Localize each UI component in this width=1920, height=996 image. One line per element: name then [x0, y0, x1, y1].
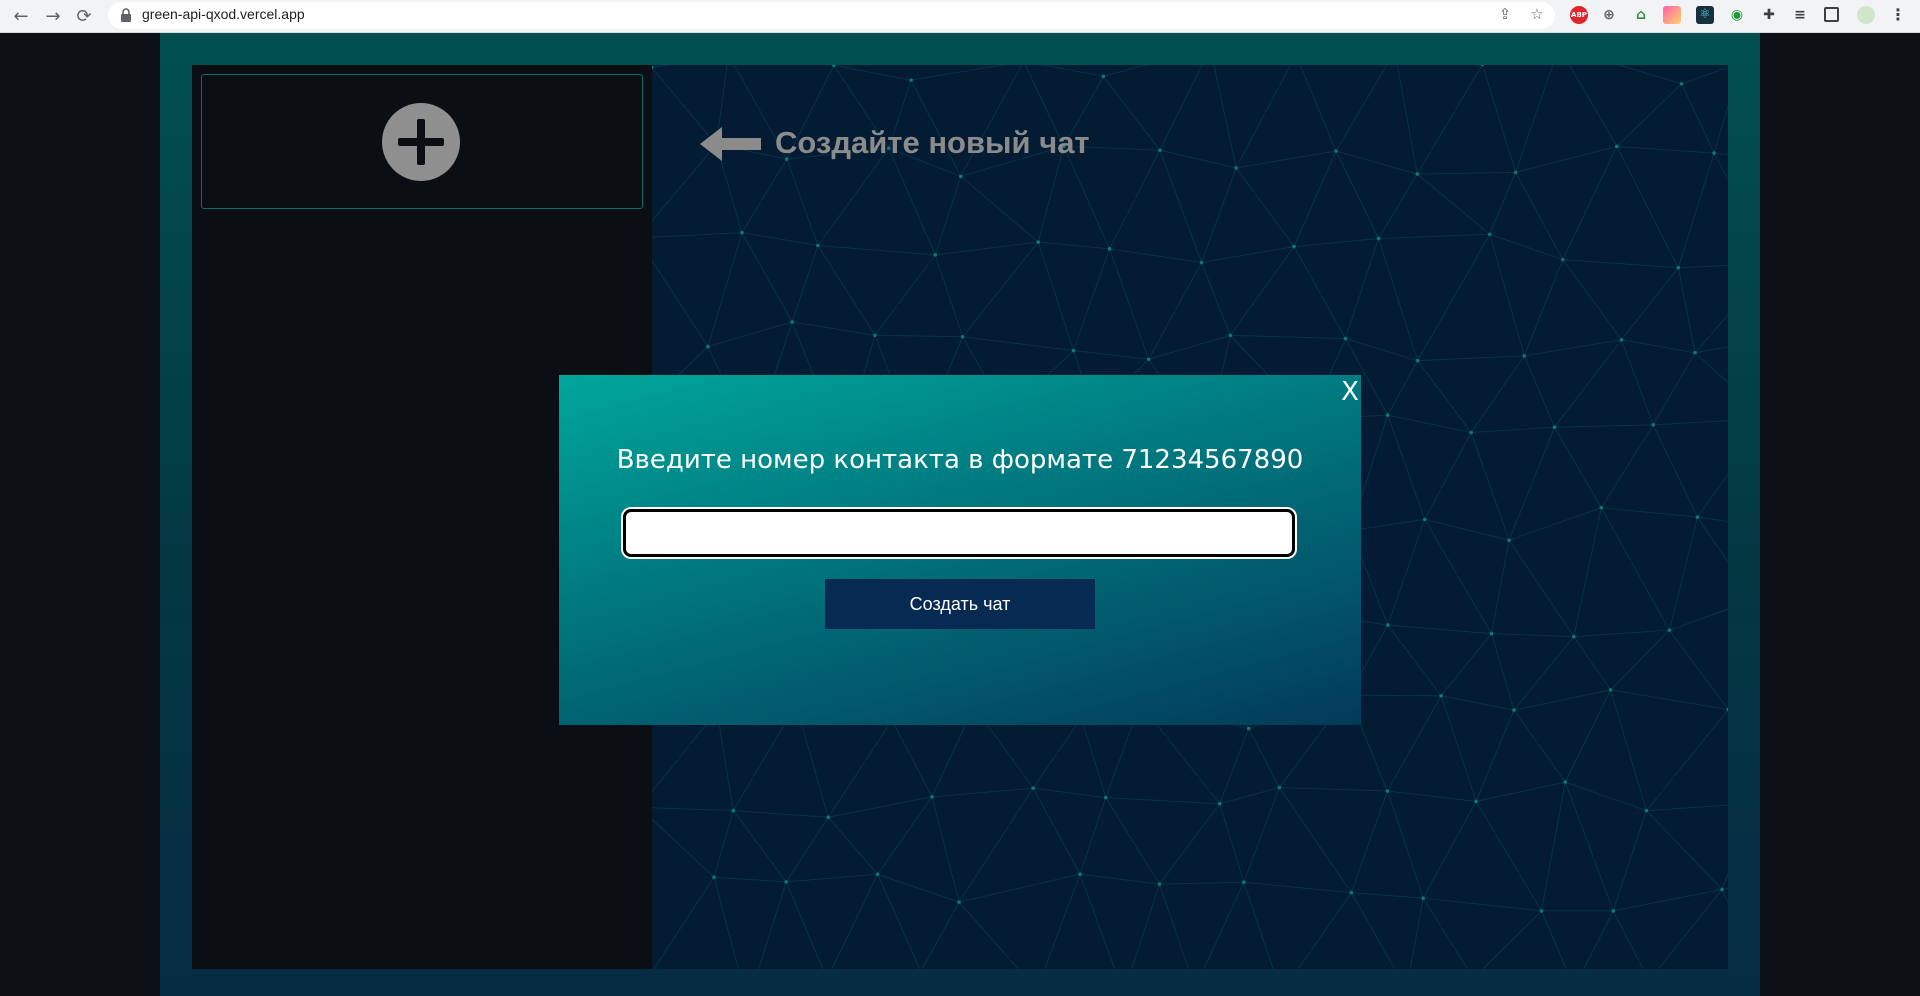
home-icon[interactable]: ⌂ — [1632, 6, 1650, 24]
hint-text: Создайте новый чат — [775, 125, 1090, 160]
adblock-icon[interactable]: ABP — [1570, 6, 1588, 24]
address-bar[interactable] — [108, 2, 1555, 29]
puzzle-icon[interactable]: ✚ — [1760, 6, 1778, 24]
menu-icon[interactable]: ⋮ — [1889, 6, 1907, 24]
share-icon[interactable]: ⇪ — [1496, 5, 1514, 23]
gradient-ext-icon[interactable] — [1663, 6, 1681, 24]
back-arrow-icon[interactable]: ← — [10, 6, 32, 28]
close-button[interactable]: X — [1339, 377, 1361, 407]
url-text[interactable]: green-api-qxod.vercel.app — [142, 6, 305, 22]
phone-number-input[interactable] — [623, 509, 1295, 557]
arrow-left-icon — [700, 127, 761, 161]
plus-circle-icon[interactable] — [382, 103, 460, 181]
reload-icon[interactable]: ⟳ — [73, 6, 95, 28]
forward-arrow-icon[interactable]: → — [42, 6, 64, 28]
modal-title: Введите номер контакта в формате 7123456… — [616, 445, 1304, 475]
new-chat-button[interactable] — [201, 74, 643, 209]
create-chat-button[interactable]: Создать чат — [825, 579, 1095, 629]
react-icon[interactable]: ⚛ — [1696, 6, 1714, 24]
lock-icon — [121, 8, 131, 22]
star-icon[interactable]: ☆ — [1528, 5, 1546, 23]
reading-list-icon[interactable]: ≡ — [1791, 6, 1809, 24]
page: Создайте новый чат X Введите номер конта… — [0, 33, 1920, 996]
translate-icon[interactable]: ⊕ — [1600, 6, 1618, 24]
browser-toolbar: ← → ⟳ green-api-qxod.vercel.app ⇪ ☆ ABP … — [0, 0, 1920, 33]
search-ext-icon[interactable]: ◉ — [1728, 6, 1746, 24]
new-chat-modal: X Введите номер контакта в формате 71234… — [559, 375, 1361, 725]
sidepanel-icon[interactable] — [1824, 7, 1839, 22]
profile-avatar[interactable] — [1857, 6, 1875, 24]
